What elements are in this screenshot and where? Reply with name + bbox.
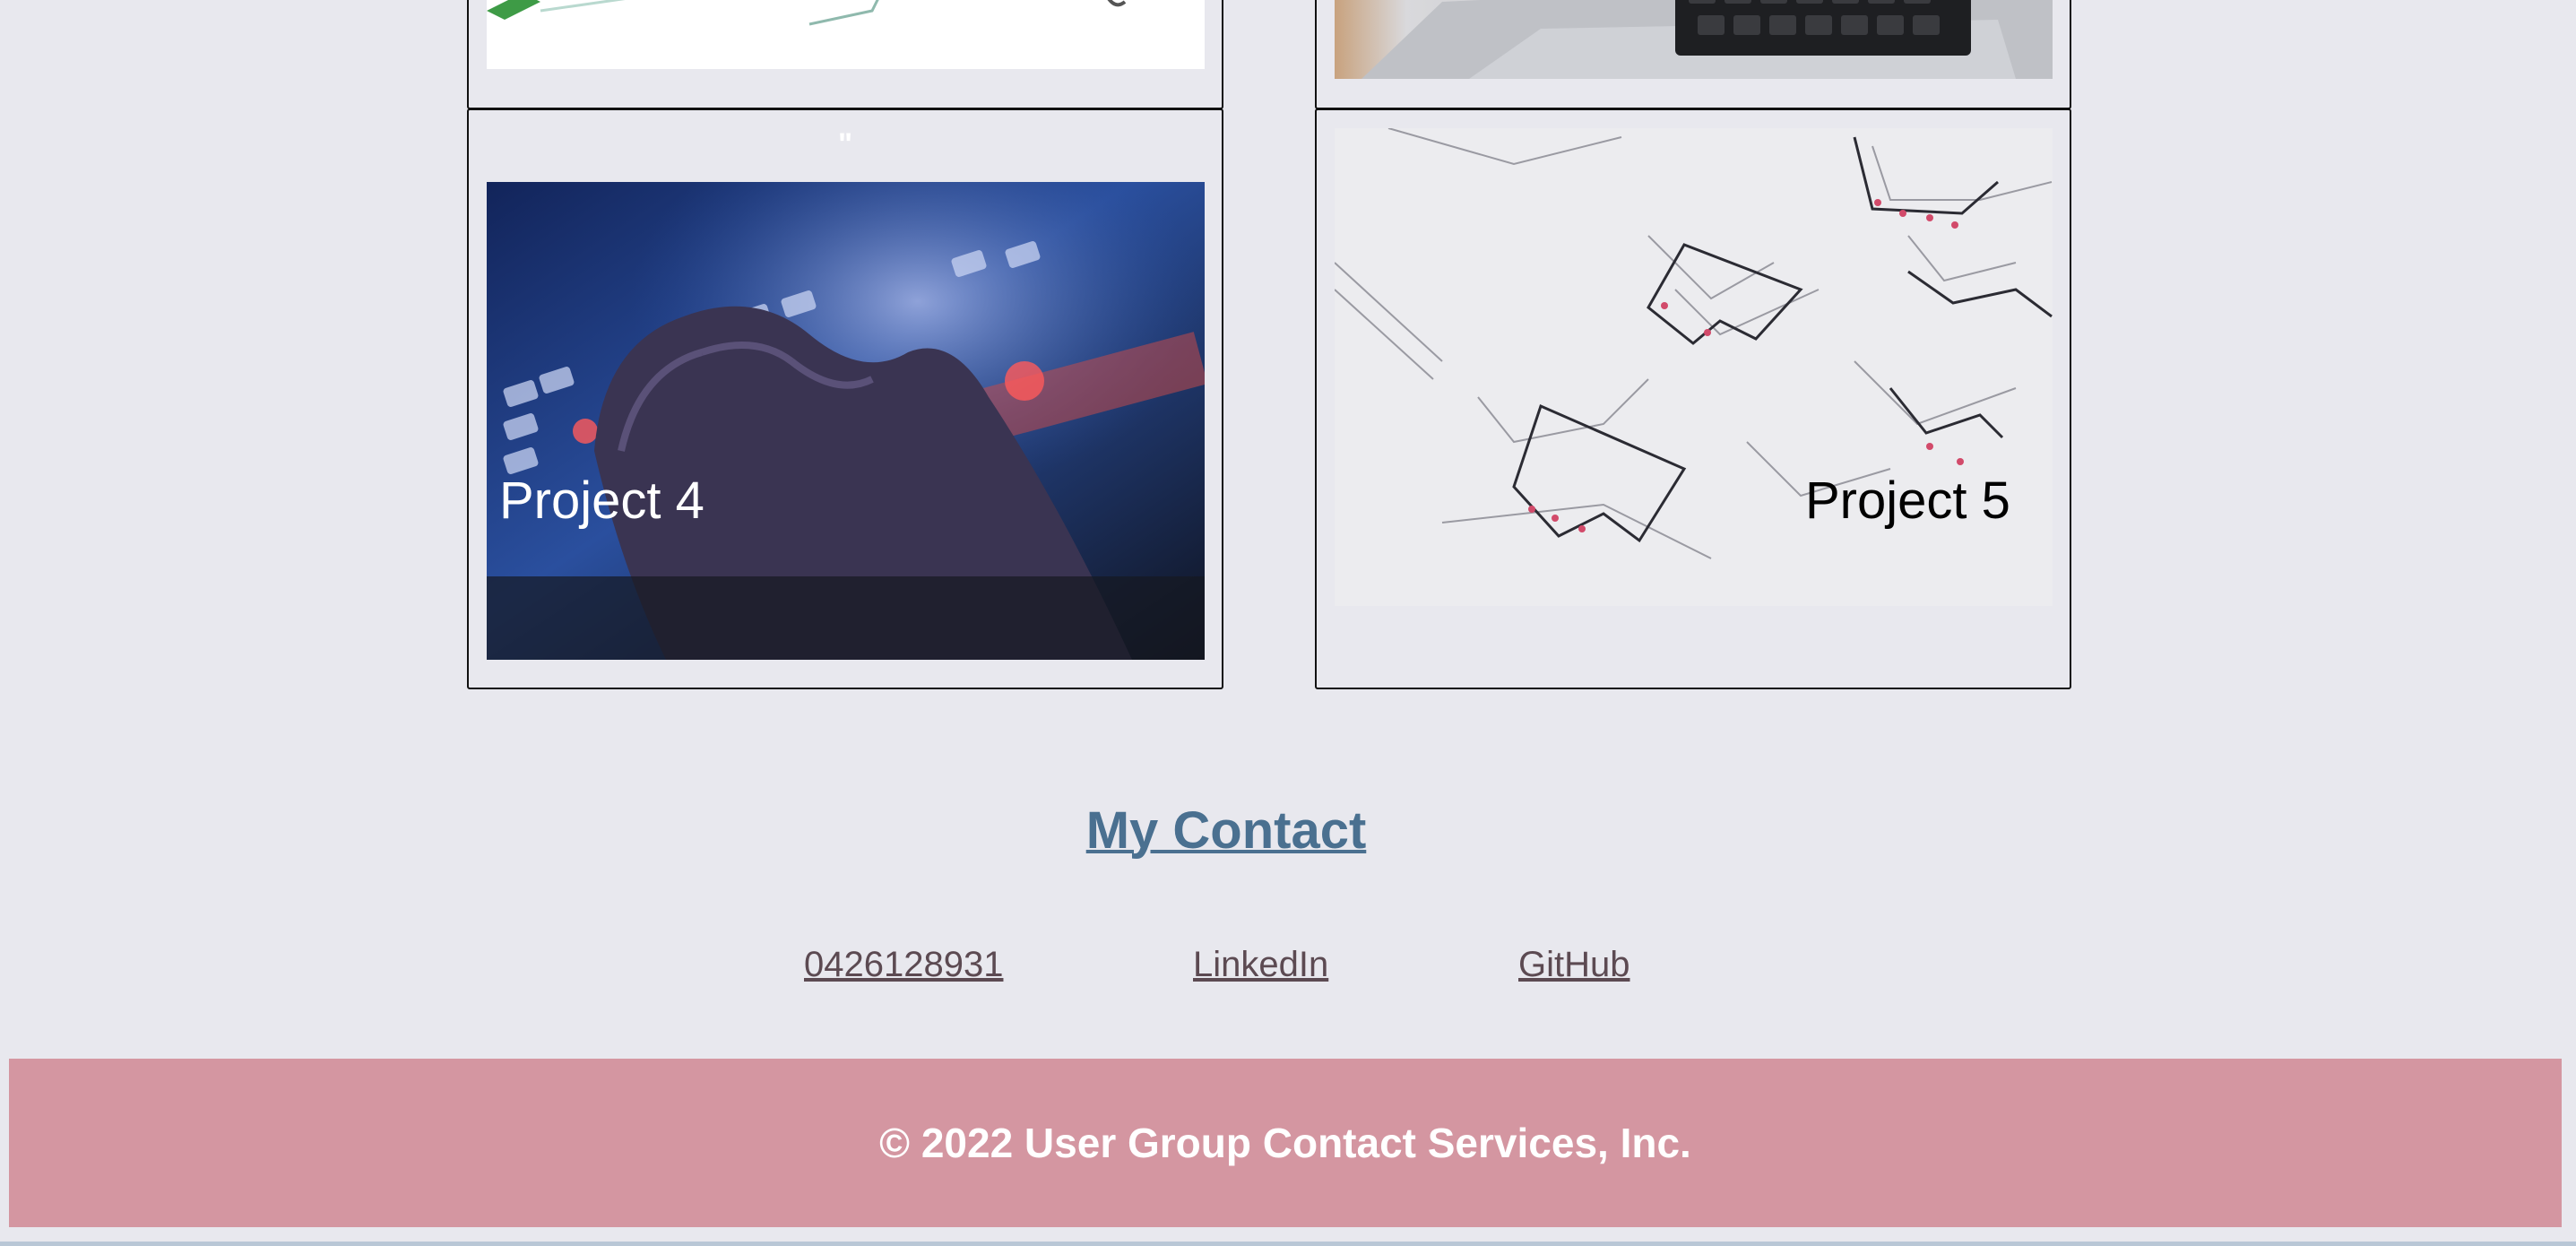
phone-link[interactable]: 0426128931 — [804, 945, 1003, 985]
project-5-label: Project 5 — [1805, 472, 2010, 530]
project-2-image — [487, 0, 1205, 69]
project-4-quote-glyph: " — [838, 127, 853, 161]
project-3-image — [1335, 0, 2053, 79]
page: " Project 4 Project 5 My Contact 0426128… — [0, 0, 2576, 1246]
project-4-image — [487, 182, 1205, 660]
github-link[interactable]: GitHub — [1518, 945, 1630, 985]
footer-copyright: © 2022 User Group Contact Services, Inc. — [879, 1120, 1691, 1166]
project-card-2[interactable] — [467, 0, 1223, 109]
project-card-4[interactable]: " Project 4 — [467, 108, 1223, 689]
project-4-label: Project 4 — [499, 472, 705, 530]
contact-heading: My Contact — [1085, 801, 1367, 860]
project-card-3[interactable] — [1315, 0, 2071, 109]
footer: © 2022 User Group Contact Services, Inc. — [9, 1059, 2562, 1227]
page-bottom-divider — [0, 1242, 2576, 1246]
project-card-5[interactable]: Project 5 — [1315, 108, 2071, 689]
linkedin-link[interactable]: LinkedIn — [1193, 945, 1328, 985]
project-5-image — [1335, 128, 2053, 606]
